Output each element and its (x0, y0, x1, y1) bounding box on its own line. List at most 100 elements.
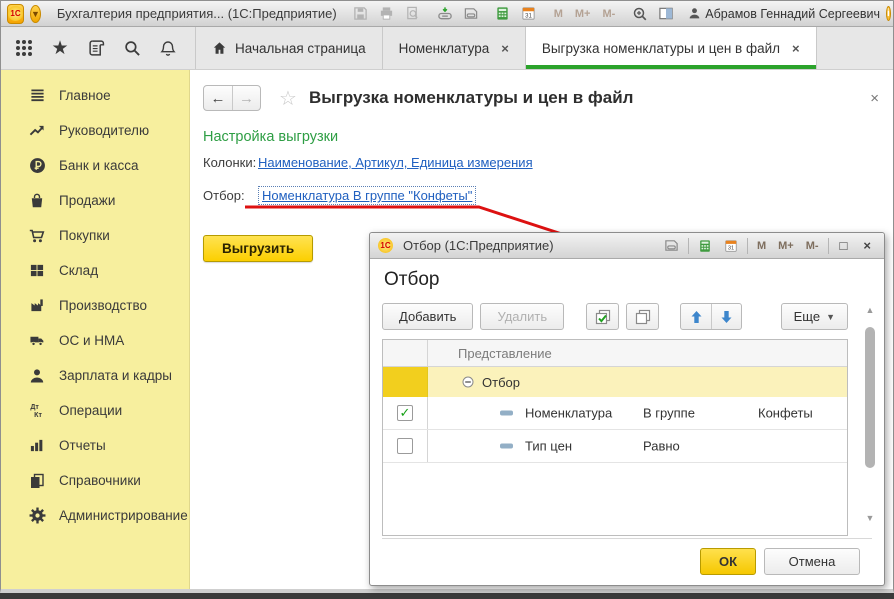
move-up-button[interactable] (681, 304, 711, 329)
sidebar-item-zarplata-i-kadry[interactable]: Зарплата и кадры (1, 358, 189, 393)
selection-column-header (383, 340, 428, 366)
debit-credit-icon: ДтКт (28, 402, 46, 419)
bar-chart-icon (28, 437, 46, 454)
tabbar: ★ Начальная страница Номенклатура × Выгр… (1, 27, 893, 70)
svg-text:Кт: Кт (34, 411, 42, 419)
dialog-scrollbar[interactable]: ▲ ▼ (863, 305, 877, 525)
cancel-button[interactable]: Отмена (764, 548, 860, 575)
more-button[interactable]: Еще▼ (781, 303, 848, 330)
export-button[interactable]: Выгрузить (203, 235, 313, 262)
info-icon[interactable]: i (886, 6, 891, 21)
history-icon[interactable] (83, 35, 109, 61)
sidebar: Главное Руководителю Банк и касса Продаж… (1, 70, 190, 589)
collapse-icon[interactable] (462, 376, 474, 388)
scrollbar-thumb[interactable] (865, 327, 875, 468)
svg-text:Дт: Дт (30, 403, 39, 411)
titlebar: 1С ▼ Бухгалтерия предприятия... (1С:Пред… (1, 1, 893, 27)
scroll-down-icon[interactable]: ▼ (866, 513, 875, 525)
filter-row-nomenclatura[interactable]: ✓ Номенклатура В группе Конфеты (383, 397, 847, 430)
dialog-close-button[interactable]: × (858, 238, 876, 253)
favorites-icon[interactable]: ★ (47, 35, 73, 61)
row-checkbox[interactable]: ✓ (397, 438, 413, 454)
sidebar-item-os-i-nma[interactable]: ОС и НМА (1, 323, 189, 358)
memory-m-button[interactable]: M (551, 8, 566, 20)
tab-export[interactable]: Выгрузка номенклатуры и цен в файл × (526, 27, 817, 69)
person-icon (28, 367, 46, 384)
sidebar-item-otchety[interactable]: Отчеты (1, 428, 189, 463)
filter-condition: В группе (643, 406, 695, 421)
sidebar-item-pokupki[interactable]: Покупки (1, 218, 189, 253)
user-name: Абрамов Геннадий Сергеевич (705, 7, 880, 21)
separator (828, 238, 829, 254)
scroll-up-icon[interactable]: ▲ (866, 305, 875, 317)
app-menu-button[interactable]: 1С (7, 4, 24, 24)
sidebar-item-glavnoe[interactable]: Главное (1, 78, 189, 113)
scrollbar-track[interactable] (865, 317, 875, 513)
add-button[interactable]: Добавить (382, 303, 473, 330)
current-user[interactable]: Абрамов Геннадий Сергеевич (688, 7, 880, 21)
calculator-icon[interactable] (695, 237, 715, 255)
dialog-heading: Отбор (384, 269, 872, 291)
gear-icon (28, 507, 46, 524)
sidebar-item-operacii[interactable]: ДтКтОперации (1, 393, 189, 428)
sidebar-item-bank-i-kassa[interactable]: Банк и касса (1, 148, 189, 183)
filter-row-tip-cen[interactable]: ✓ Тип цен Равно (383, 430, 847, 463)
memory-m-button[interactable]: M (754, 240, 769, 252)
dialog-title: Отбор (1С:Предприятие) (399, 238, 554, 253)
check-all-button[interactable] (586, 303, 619, 330)
filter-item-icon (500, 444, 513, 449)
search-icon[interactable] (119, 35, 145, 61)
svg-text:31: 31 (525, 12, 532, 19)
all-sections-icon[interactable] (11, 35, 37, 61)
user-icon (688, 7, 701, 20)
favorite-star-icon[interactable]: ☆ (279, 86, 297, 111)
tab-close-icon[interactable]: × (792, 41, 800, 56)
filter-field: Тип цен (525, 439, 572, 454)
memory-m-minus-button[interactable]: M- (599, 8, 618, 20)
calculator-icon[interactable] (493, 5, 513, 23)
group-selection-cell (383, 367, 428, 397)
filter-group-row[interactable]: Отбор (383, 367, 847, 397)
tabs: Начальная страница Номенклатура × Выгруз… (195, 27, 817, 69)
delete-button[interactable]: Удалить (480, 303, 564, 330)
sidebar-item-proizvodstvo[interactable]: Производство (1, 288, 189, 323)
app-window: 1С ▼ Бухгалтерия предприятия... (1С:Пред… (0, 0, 894, 593)
save-icon[interactable] (351, 5, 371, 23)
sidebar-item-rukovoditelyu[interactable]: Руководителю (1, 113, 189, 148)
dialog-toolbar: Добавить Удалить Еще▼ (382, 303, 848, 330)
split-view-icon[interactable] (656, 5, 676, 23)
tab-home[interactable]: Начальная страница (196, 27, 383, 69)
sidebar-item-sklad[interactable]: Склад (1, 253, 189, 288)
calendar-icon[interactable]: 31 (519, 5, 539, 23)
calendar-icon[interactable]: 31 (721, 237, 741, 255)
ok-button[interactable]: ОК (700, 548, 756, 575)
tab-close-icon[interactable]: × (501, 41, 509, 56)
forward-button[interactable]: → (232, 86, 260, 110)
uncheck-all-button[interactable] (626, 303, 659, 330)
sidebar-item-prodazhi[interactable]: Продажи (1, 183, 189, 218)
back-button[interactable]: ← (204, 86, 232, 110)
print-preview-icon[interactable] (662, 237, 682, 255)
sidebar-item-administrirovanie[interactable]: Администрирование (1, 498, 189, 533)
dialog-maximize-button[interactable]: □ (835, 238, 853, 253)
zoom-icon[interactable] (630, 5, 650, 23)
app-menu-dropdown[interactable]: ▼ (30, 5, 41, 23)
sidebar-item-spravochniki[interactable]: Справочники (1, 463, 189, 498)
page-header: ← → ☆ Выгрузка номенклатуры и цен в файл… (203, 85, 879, 111)
filter-link[interactable]: Номенклатура В группе "Конфеты" (258, 186, 476, 205)
table-empty-area (383, 463, 847, 535)
tab-nomenclature[interactable]: Номенклатура × (383, 27, 526, 69)
print-icon[interactable] (377, 5, 397, 23)
row-checkbox[interactable]: ✓ (397, 405, 413, 421)
memory-m-minus-button[interactable]: M- (803, 240, 822, 252)
print-preview-icon[interactable] (403, 5, 423, 23)
page-close-icon[interactable]: × (870, 90, 879, 107)
get-link-icon[interactable] (435, 5, 455, 23)
go-to-link-icon[interactable] (461, 5, 481, 23)
columns-link[interactable]: Наименование, Артикул, Единица измерения (258, 155, 533, 170)
memory-m-plus-button[interactable]: M+ (775, 240, 797, 252)
memory-m-plus-button[interactable]: M+ (572, 8, 594, 20)
move-down-button[interactable] (711, 304, 741, 329)
notifications-bell-icon[interactable] (155, 35, 181, 61)
separator (688, 238, 689, 254)
